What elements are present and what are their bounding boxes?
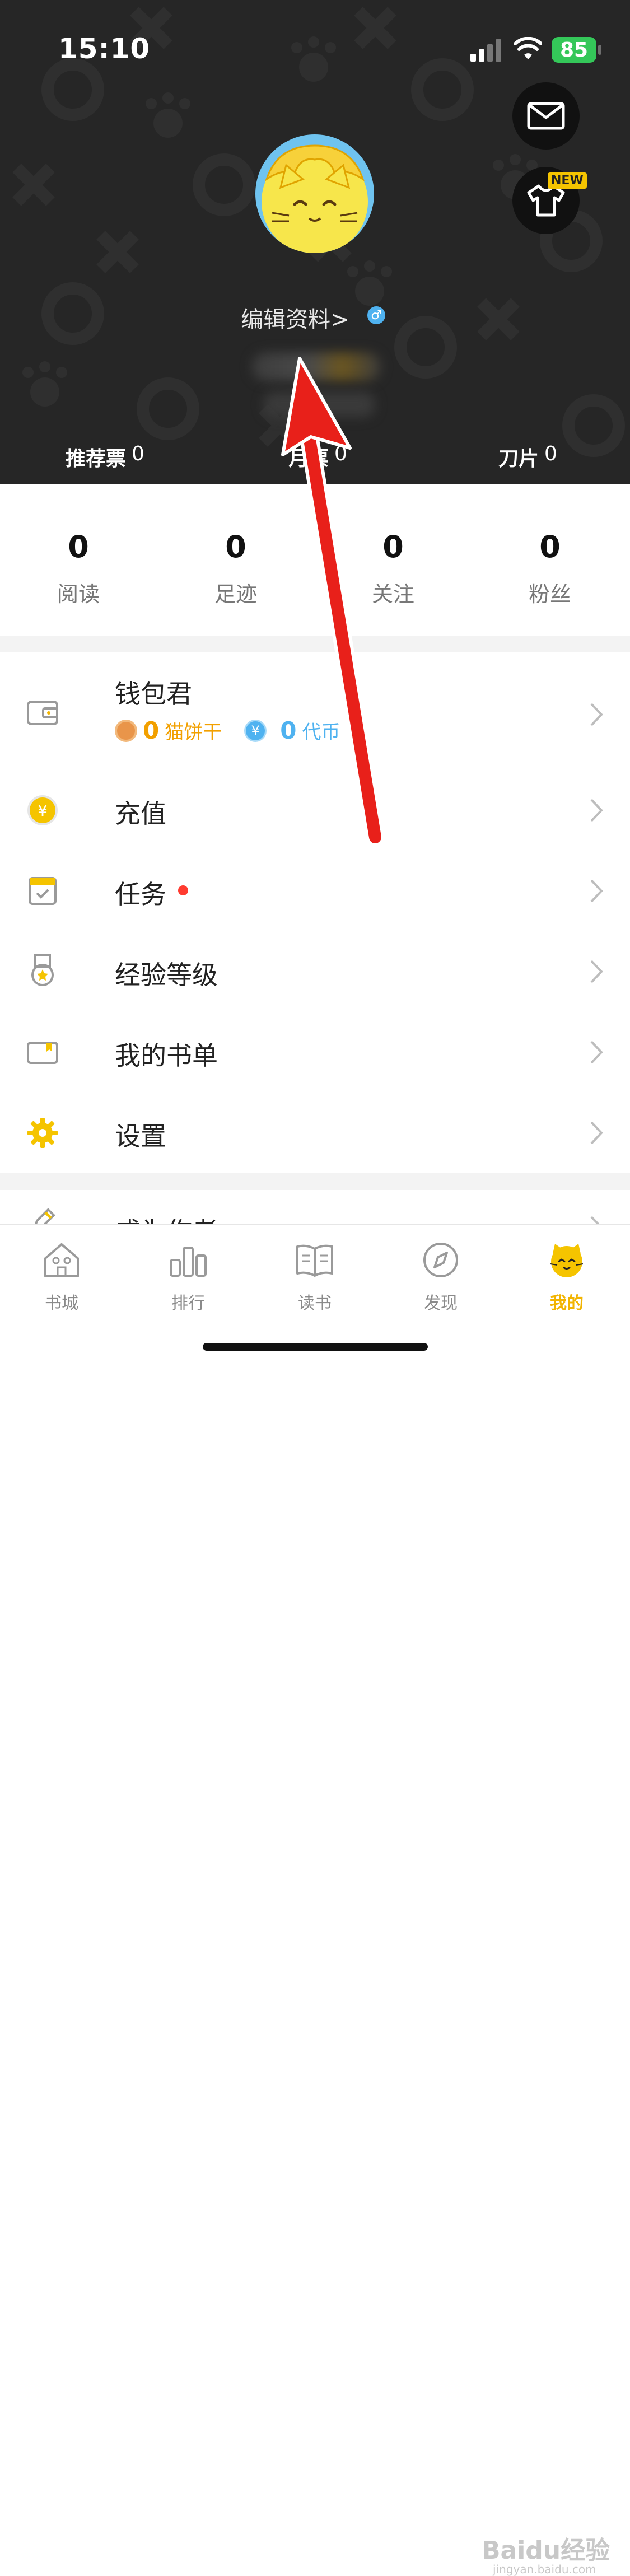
footprint-stat[interactable]: 0 足迹	[180, 529, 292, 608]
stat-label: 月票	[288, 447, 329, 470]
chevron-right-icon	[590, 960, 603, 983]
menu-label: 成为作者	[115, 1211, 218, 1224]
cat-avatar-icon	[262, 144, 368, 253]
avatar[interactable]	[255, 134, 374, 253]
menu-item-booklist[interactable]: 我的书单	[0, 1012, 630, 1093]
tab-discover[interactable]: 发现	[396, 1238, 486, 1314]
coin-value: 0	[280, 717, 297, 744]
tab-mine[interactable]: 我的	[522, 1238, 612, 1314]
user-stats-row: 0 阅读 0 足迹 0 关注 0 粉丝	[0, 484, 630, 636]
stat-label: 刀片	[498, 447, 539, 470]
tab-label: 读书	[298, 1294, 332, 1313]
menu-item-tasks[interactable]: 任务	[0, 851, 630, 931]
stat-value: 0	[225, 529, 246, 564]
stat-value: 0	[539, 529, 561, 564]
tab-reading[interactable]: 读书	[270, 1238, 360, 1314]
section-divider	[0, 1173, 630, 1190]
chevron-right-icon	[590, 1216, 600, 1224]
followers-stat[interactable]: 0 粉丝	[494, 529, 606, 608]
tab-label: 我的	[550, 1294, 584, 1313]
blade-stat[interactable]: 刀片 0	[498, 442, 557, 472]
booklist-icon	[26, 1035, 59, 1069]
pen-icon	[26, 1204, 59, 1224]
wallet-balances: 0 猫饼干 ¥ 0 代币	[115, 717, 340, 744]
stat-value: 0	[68, 529, 89, 564]
cookie-value: 0	[143, 717, 160, 744]
status-time: 15:10	[58, 32, 151, 65]
monthly-ticket-stat[interactable]: 月票 0	[288, 442, 347, 472]
section-divider	[0, 636, 630, 652]
stat-label: 推荐票	[66, 447, 127, 470]
calendar-task-icon	[26, 874, 59, 908]
male-gender-icon: ♂	[367, 306, 385, 324]
tab-label: 书城	[45, 1294, 78, 1313]
stat-label: 阅读	[57, 582, 100, 606]
cellular-signal-icon	[470, 39, 501, 62]
gear-icon	[26, 1116, 59, 1150]
wifi-icon	[514, 37, 542, 59]
tab-label: 排行	[171, 1294, 205, 1313]
notification-dot	[178, 885, 188, 895]
following-stat[interactable]: 0 关注	[337, 529, 449, 608]
blurred-username	[252, 353, 381, 381]
edit-profile-link[interactable]: 编辑资料>	[241, 301, 349, 334]
chevron-right-icon	[590, 1040, 603, 1064]
profile-header: 15:10 85 NEW 编辑资料> ♂ 推荐票 0 月票 0 刀片 0	[0, 0, 630, 484]
menu-label: 充值	[115, 799, 166, 829]
chevron-right-icon	[590, 703, 603, 726]
stat-label: 足迹	[214, 582, 257, 606]
menu-item-become-author[interactable]: 成为作者	[0, 1190, 630, 1224]
stat-label: 粉丝	[528, 582, 571, 606]
shirt-icon	[527, 184, 565, 217]
yuan-coin-icon: ¥	[26, 794, 59, 827]
compass-icon	[396, 1238, 486, 1282]
tab-ranking[interactable]: 排行	[143, 1238, 233, 1314]
wallet-icon	[26, 696, 59, 730]
cat-face-icon	[522, 1238, 612, 1282]
messages-button[interactable]	[512, 82, 580, 150]
menu-label: 经验等级	[115, 960, 218, 990]
coin-label: 代币	[302, 721, 340, 744]
stat-value: 0	[334, 442, 347, 465]
stat-value: 0	[544, 442, 557, 465]
coin-icon: ¥	[244, 719, 267, 742]
bar-chart-icon	[143, 1238, 233, 1282]
svg-text:¥: ¥	[38, 801, 48, 820]
stat-value: 0	[382, 529, 404, 564]
cookie-icon	[115, 719, 137, 742]
tab-label: 发现	[424, 1294, 458, 1313]
new-badge: NEW	[548, 172, 587, 189]
battery-indicator: 85	[552, 37, 596, 63]
medal-icon	[26, 954, 59, 987]
menu-label: 任务	[115, 879, 166, 909]
chevron-right-icon	[590, 799, 603, 822]
open-book-icon	[270, 1238, 360, 1282]
wallet-row[interactable]: 钱包君	[0, 652, 630, 776]
menu-label: 设置	[115, 1121, 166, 1151]
tab-bookstore[interactable]: 书城	[17, 1238, 106, 1314]
chevron-right-icon	[590, 1121, 603, 1145]
stat-value: 0	[132, 442, 144, 465]
mail-icon	[527, 102, 565, 130]
wallet-label: 钱包君	[115, 679, 192, 709]
house-icon	[17, 1238, 106, 1282]
home-indicator	[203, 1343, 428, 1351]
recommend-ticket-stat[interactable]: 推荐票 0	[66, 442, 144, 472]
battery-tip	[598, 45, 601, 55]
menu-item-recharge[interactable]: ¥ 充值	[0, 770, 630, 851]
menu-label: 我的书单	[115, 1040, 218, 1071]
blurred-user-id	[263, 392, 375, 417]
watermark-url: jingyan.baidu.com	[493, 2563, 596, 2576]
baidu-watermark: Baidu经验	[482, 2536, 610, 2565]
stat-label: 关注	[371, 582, 414, 606]
cookie-label: 猫饼干	[165, 721, 222, 744]
chevron-right-icon	[590, 879, 603, 903]
menu-item-level[interactable]: 经验等级	[0, 931, 630, 1012]
reading-stat[interactable]: 0 阅读	[22, 529, 134, 608]
menu-item-settings[interactable]: 设置	[0, 1093, 630, 1173]
